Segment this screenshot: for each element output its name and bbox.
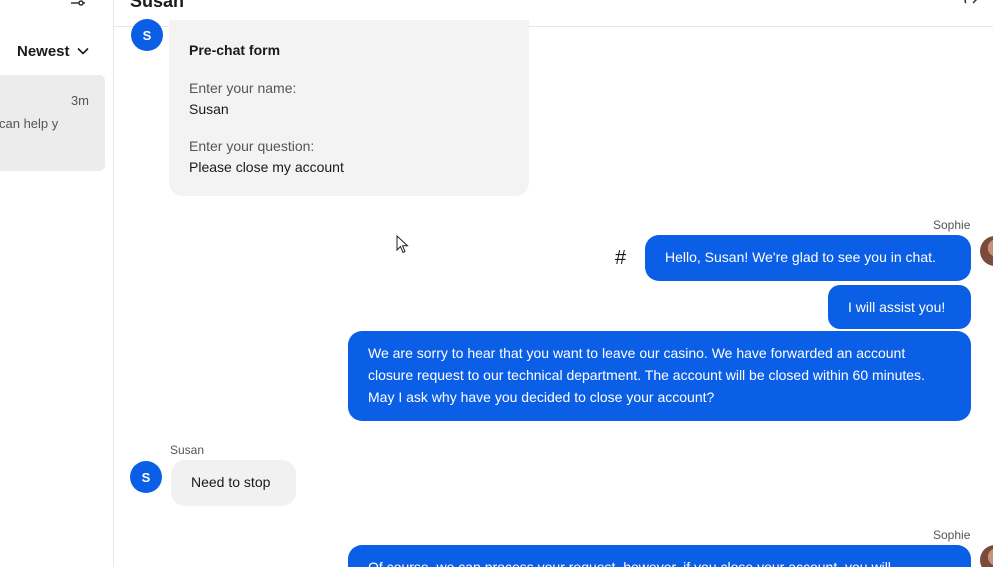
conversation-time: 3m bbox=[70, 93, 89, 108]
agent-message-bubble: We are sorry to hear that you want to le… bbox=[348, 331, 971, 421]
avatar-initial: S bbox=[141, 469, 151, 485]
message-text: We are sorry to hear that you want to le… bbox=[368, 345, 925, 405]
sort-dropdown[interactable]: Newest bbox=[17, 41, 90, 61]
chat-title: Susan bbox=[130, 0, 185, 11]
conversation-list-panel: Newest 3m can help y bbox=[0, 0, 114, 567]
chevron-down-icon bbox=[76, 47, 89, 55]
agent-avatar bbox=[980, 545, 993, 567]
agent-avatar bbox=[980, 236, 993, 266]
message-text: Need to stop bbox=[191, 474, 271, 490]
prechat-form-card: Pre-chat form Enter your name: Susan Ent… bbox=[169, 20, 529, 196]
customer-avatar: S bbox=[131, 19, 163, 51]
mouse-cursor-icon bbox=[396, 235, 409, 254]
question-field-label: Enter your question: bbox=[189, 138, 315, 154]
message-text: Hello, Susan! We're glad to see you in c… bbox=[665, 249, 936, 265]
name-field-value: Susan bbox=[189, 101, 229, 117]
conversation-preview: can help y bbox=[0, 116, 59, 131]
name-field-label: Enter your name: bbox=[189, 80, 297, 96]
agent-message-bubble: Hello, Susan! We're glad to see you in c… bbox=[645, 235, 971, 281]
conversation-item[interactable]: 3m can help y bbox=[0, 75, 105, 171]
sort-label: Newest bbox=[17, 42, 70, 60]
filter-icon[interactable] bbox=[70, 0, 86, 6]
chat-app: Newest 3m can help y Susan S Pre-chat fo… bbox=[0, 0, 993, 567]
agent-sender-name: Sophie bbox=[933, 218, 971, 232]
hash-icon[interactable]: # bbox=[615, 247, 626, 270]
prechat-form-title: Pre-chat form bbox=[189, 42, 281, 58]
agent-message-bubble: Of course, we can process your request, … bbox=[348, 545, 971, 567]
customer-sender-name: Susan bbox=[170, 443, 205, 457]
agent-message-bubble: I will assist you! bbox=[828, 285, 971, 329]
message-text: Of course, we can process your request, … bbox=[368, 559, 891, 567]
agent-sender-name: Sophie bbox=[933, 528, 971, 542]
link-icon[interactable] bbox=[963, 0, 979, 7]
customer-message-bubble: Need to stop bbox=[171, 460, 296, 506]
message-text: I will assist you! bbox=[848, 299, 946, 315]
customer-avatar: S bbox=[130, 461, 162, 493]
question-field-value: Please close my account bbox=[189, 159, 344, 175]
avatar-initial: S bbox=[142, 27, 152, 43]
